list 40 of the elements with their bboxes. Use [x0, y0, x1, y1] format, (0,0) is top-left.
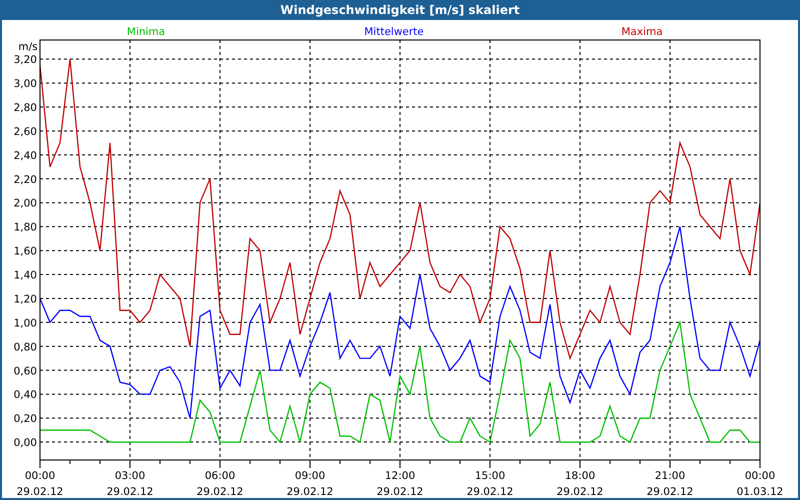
axis-tick-label: 2,00 — [14, 198, 37, 210]
axis-tick-label: 03:00 — [114, 470, 146, 482]
axis-tick-label: 1,60 — [14, 246, 37, 258]
axis-tick-label: 29.02.12 — [286, 486, 334, 498]
axis-tick-label: 0,80 — [14, 341, 37, 354]
axis-unit-label: m/s — [18, 41, 38, 53]
axis-tick-label: 1,20 — [14, 293, 37, 306]
window-title: Windgeschwindigkeit [m/s] skaliert — [0, 0, 800, 20]
legend-label: Minima — [126, 26, 166, 38]
axis-tick-label: 15:00 — [474, 470, 506, 482]
axis-tick-label: 2,80 — [14, 102, 37, 114]
axis-tick-label: 29.02.12 — [196, 486, 244, 498]
axis-tick-label: 29.02.12 — [646, 486, 694, 498]
axis-tick-label: 12:00 — [384, 470, 416, 482]
axis-tick-label: 06:00 — [204, 470, 236, 482]
axis-tick-label: 09:00 — [294, 470, 326, 482]
legend-label: Maxima — [621, 26, 663, 38]
axis-tick-label: 1,00 — [14, 317, 37, 330]
axis-tick-label: 18:00 — [564, 470, 596, 482]
axis-tick-label: 21:00 — [654, 470, 686, 482]
axis-tick-label: 29.02.12 — [466, 486, 514, 498]
axis-tick-label: 29.02.12 — [376, 486, 424, 498]
axis-tick-label: 0,40 — [14, 389, 37, 402]
axis-tick-label: 01.03.12 — [736, 486, 784, 498]
axis-tick-label: 3,00 — [14, 78, 37, 90]
axis-tick-label: 1,40 — [14, 270, 37, 282]
axis-tick-label: 29.02.12 — [556, 486, 604, 498]
axis-tick-label: 3,20 — [14, 54, 37, 66]
axis-tick-label: 29.02.12 — [106, 486, 154, 498]
axis-tick-label: 00:00 — [744, 470, 776, 482]
axis-tick-label: 1,80 — [14, 222, 37, 234]
axis-tick-label: 2,60 — [14, 126, 37, 138]
axis-tick-label: 29.02.12 — [16, 486, 64, 498]
axis-tick-label: 2,20 — [14, 174, 37, 186]
axis-tick-label: 2,40 — [14, 150, 37, 162]
axis-tick-label: 0,00 — [14, 437, 37, 450]
legend-label: Mittelwerte — [364, 26, 424, 38]
axis-tick-label: 0,20 — [14, 413, 37, 426]
axis-tick-label: 00:00 — [24, 470, 56, 482]
axis-tick-label: 0,60 — [14, 365, 37, 378]
